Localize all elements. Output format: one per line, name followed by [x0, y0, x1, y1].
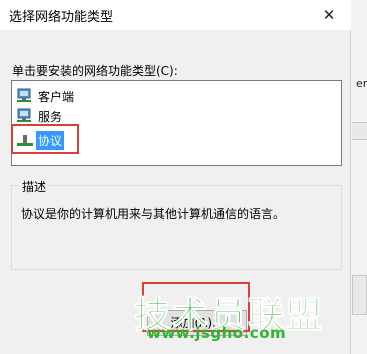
description-group: 描述 协议是你的计算机用来与其他计算机通信的语言。	[11, 178, 342, 270]
screen: erm 选择网络功能类型 ✕ 单击要安装的网络功能类型(C): 客户	[0, 0, 367, 354]
list-item-label: 协议	[36, 130, 65, 150]
list-item-label: 服务	[38, 109, 63, 124]
description-text: 协议是你的计算机用来与其他计算机通信的语言。	[21, 207, 286, 221]
network-protocol-icon	[16, 132, 34, 148]
list-item-label: 客户端	[38, 89, 75, 104]
feature-type-label: 单击要安装的网络功能类型(C):	[12, 64, 178, 78]
background-window-box	[352, 275, 367, 315]
watermark-url: www.jsgho.com	[147, 324, 287, 342]
background-window-text: erm	[356, 77, 367, 90]
list-item-protocol[interactable]: 协议	[16, 130, 65, 150]
description-group-title: 描述	[19, 178, 50, 195]
close-button[interactable]: ✕	[307, 0, 351, 30]
background-window-bar	[352, 122, 367, 140]
list-item-client[interactable]: 客户端	[16, 86, 76, 106]
list-item-service[interactable]: 服务	[16, 106, 64, 126]
network-service-icon	[16, 108, 34, 124]
feature-type-list[interactable]: 客户端 服务 协议	[11, 80, 342, 166]
close-icon: ✕	[322, 6, 336, 24]
titlebar: 选择网络功能类型 ✕	[0, 0, 351, 30]
network-client-icon	[16, 88, 34, 104]
dialog-title: 选择网络功能类型	[9, 10, 114, 25]
